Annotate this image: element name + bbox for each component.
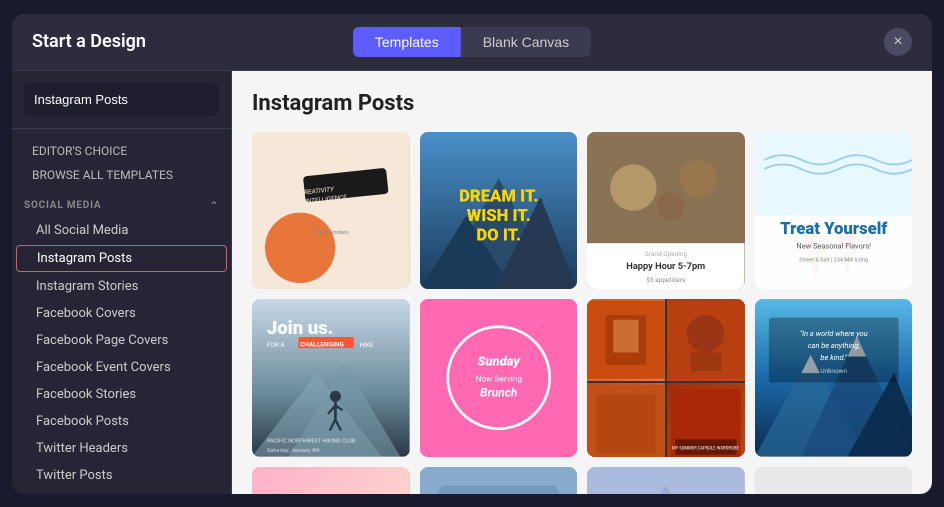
template-card-svg: Sunday Now Serving Brunch: [420, 299, 578, 457]
sidebar-category-social-media[interactable]: SOCIAL MEDIA ⌃: [12, 191, 231, 217]
sidebar-item-youtube-thumbnails[interactable]: YouTube Thumbnails: [16, 490, 227, 494]
template-card-svg: [587, 467, 745, 494]
close-button[interactable]: ×: [884, 28, 912, 56]
search-box: × 🔍: [24, 83, 219, 116]
template-card-svg: Grand Opening Happy Hour 5-7pm $5 appeti…: [587, 132, 745, 290]
template-card[interactable]: [587, 467, 745, 494]
template-card-svg: [420, 467, 578, 494]
sidebar-item-twitter-headers[interactable]: Twitter Headers: [16, 436, 227, 461]
start-a-design-modal: Start a Design Templates Blank Canvas × …: [12, 14, 932, 494]
svg-text:Treat Yourself: Treat Yourself: [780, 219, 888, 238]
svg-text:DO IT.: DO IT.: [476, 226, 521, 245]
tab-templates[interactable]: Templates: [353, 27, 461, 57]
search-area: × 🔍: [12, 71, 231, 129]
svg-text:Saturday, January 4th: Saturday, January 4th: [267, 448, 320, 454]
svg-text:Now Serving: Now Serving: [475, 374, 522, 384]
template-card-svg: Join us. FOR A CHALLENGING HIKE PACIFIC …: [252, 299, 410, 457]
svg-text:Street & Salt | 234 Mill Irvin: Street & Salt | 234 Mill Irving: [799, 257, 868, 263]
modal-title: Start a Design: [32, 31, 146, 52]
svg-text:Happy Hour 5-7pm: Happy Hour 5-7pm: [626, 261, 705, 272]
main-content-title: Instagram Posts: [252, 91, 912, 116]
sidebar-item-all-social-media[interactable]: All Social Media: [16, 218, 227, 243]
sidebar-item-instagram-stories[interactable]: Instagram Stories: [16, 274, 227, 299]
search-input[interactable]: [24, 84, 219, 115]
sidebar-item-instagram-posts[interactable]: Instagram Posts: [16, 245, 227, 272]
fashion-grid-cell: [587, 383, 665, 457]
template-card-svg: "In a world where you can be anything, b…: [755, 299, 913, 457]
sidebar-top-links: EDITOR'S CHOICE BROWSE ALL TEMPLATES: [12, 129, 231, 191]
sidebar-item-facebook-event-covers[interactable]: Facebook Event Covers: [16, 355, 227, 380]
svg-text:New Seasonal Flavors!: New Seasonal Flavors!: [796, 241, 871, 250]
svg-text:HIKE: HIKE: [359, 341, 373, 349]
template-grid: "CREATIVITY IS INTELLIGENCE HAVING FUN" …: [252, 132, 912, 494]
sidebar-item-twitter-posts[interactable]: Twitter Posts: [16, 463, 227, 488]
template-card[interactable]: Join us. FOR A CHALLENGING HIKE PACIFIC …: [252, 299, 410, 457]
template-card[interactable]: Grand Opening Happy Hour 5-7pm $5 appeti…: [587, 132, 745, 290]
cell-svg: MY SUMMER CAPSULE WARDROBE: [671, 387, 741, 457]
template-card[interactable]: MY SUMMER CAPSULE WARDROBE: [587, 299, 745, 457]
tab-group: Templates Blank Canvas: [353, 27, 591, 57]
svg-text:WISH IT.: WISH IT.: [466, 206, 530, 225]
template-card[interactable]: [420, 467, 578, 494]
sidebar-link-browse-all[interactable]: BROWSE ALL TEMPLATES: [24, 163, 219, 187]
svg-text:MY SUMMER CAPSULE WARDROBE: MY SUMMER CAPSULE WARDROBE: [672, 446, 739, 451]
svg-text:CHALLENGING: CHALLENGING: [300, 340, 344, 348]
sidebar-item-facebook-page-covers[interactable]: Facebook Page Covers: [16, 328, 227, 353]
template-card[interactable]: Template: [755, 467, 913, 494]
chevron-up-icon: ⌃: [209, 199, 219, 213]
sidebar-category-label: SOCIAL MEDIA: [24, 200, 101, 211]
fashion-grid-cell: MY SUMMER CAPSULE WARDROBE: [667, 383, 745, 457]
svg-text:"In a world where you: "In a world where you: [799, 329, 867, 338]
svg-text:Brunch: Brunch: [480, 385, 518, 399]
svg-text:PACIFIC NORTHWEST HIKING CLUB: PACIFIC NORTHWEST HIKING CLUB: [267, 439, 356, 445]
template-card[interactable]: GIVEAWAY: [252, 467, 410, 494]
sidebar-item-facebook-stories[interactable]: Facebook Stories: [16, 382, 227, 407]
fashion-grid-cell: [667, 299, 745, 381]
cell-svg: [667, 299, 745, 381]
template-card-svg: Template: [755, 467, 913, 494]
template-card-svg: "CREATIVITY IS INTELLIGENCE HAVING FUN" …: [252, 132, 410, 290]
sidebar: × 🔍 EDITOR'S CHOICE BROWSE ALL TEMPLATES…: [12, 71, 232, 494]
svg-text:FOR A: FOR A: [267, 341, 286, 349]
template-card-svg: GIVEAWAY: [252, 467, 410, 494]
template-card[interactable]: Sunday Now Serving Brunch: [420, 299, 578, 457]
tab-blank-canvas[interactable]: Blank Canvas: [461, 27, 591, 57]
cell-svg: [587, 383, 665, 457]
fashion-grid-cell: [587, 299, 665, 381]
svg-text:Join us.: Join us.: [267, 317, 334, 339]
template-card[interactable]: Treat Yourself New Seasonal Flavors! Str…: [755, 132, 913, 290]
sidebar-item-facebook-covers[interactable]: Facebook Covers: [16, 301, 227, 326]
template-card-svg: DREAM IT. WISH IT. DO IT.: [420, 132, 578, 290]
svg-text:Albert Einstein: Albert Einstein: [313, 229, 349, 235]
svg-text:$5 appetizers: $5 appetizers: [646, 276, 686, 284]
sidebar-item-facebook-posts[interactable]: Facebook Posts: [16, 409, 227, 434]
svg-text:Sunday: Sunday: [477, 355, 521, 370]
svg-text:Grand Opening: Grand Opening: [644, 250, 687, 258]
svg-text:Unknown: Unknown: [820, 367, 847, 375]
main-content: Instagram Posts "CREATIVITY IS INTELLIGE…: [232, 71, 932, 494]
modal-header: Start a Design Templates Blank Canvas ×: [12, 14, 932, 71]
sidebar-link-editors-choice[interactable]: EDITOR'S CHOICE: [24, 139, 219, 163]
svg-text:can be anything,: can be anything,: [807, 341, 859, 350]
template-card[interactable]: "CREATIVITY IS INTELLIGENCE HAVING FUN" …: [252, 132, 410, 290]
template-card[interactable]: "In a world where you can be anything, b…: [755, 299, 913, 457]
template-card[interactable]: DREAM IT. WISH IT. DO IT.: [420, 132, 578, 290]
svg-text:DREAM IT.: DREAM IT.: [459, 187, 538, 206]
template-card-svg: Treat Yourself New Seasonal Flavors! Str…: [755, 132, 913, 290]
cell-svg: [587, 299, 665, 381]
modal-body: × 🔍 EDITOR'S CHOICE BROWSE ALL TEMPLATES…: [12, 71, 932, 494]
svg-text:be kind.": be kind.": [820, 353, 847, 362]
